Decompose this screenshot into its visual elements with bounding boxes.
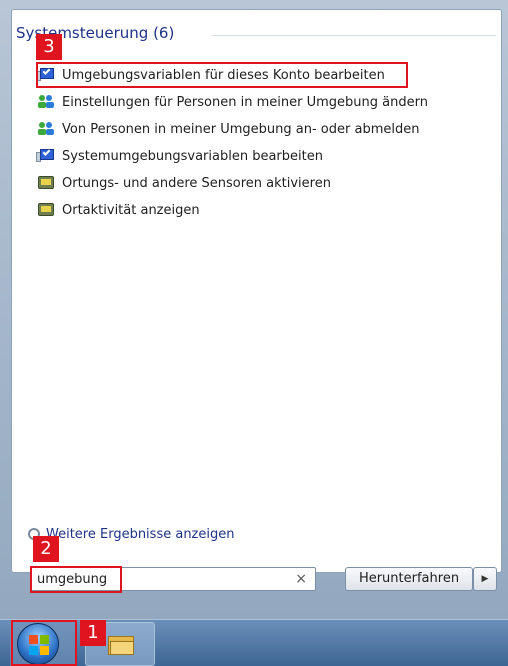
result-item-user-env-vars[interactable]: Umgebungsvariablen für dieses Konto bear… <box>36 64 456 86</box>
people-near-me-icon <box>36 121 56 137</box>
monitor-shield-icon <box>36 148 56 164</box>
clear-search-icon[interactable]: × <box>295 571 307 587</box>
monitor-shield-icon <box>36 67 56 83</box>
result-item-system-env-vars[interactable]: Systemumgebungsvariablen bearbeiten <box>36 145 456 167</box>
more-results-label: Weitere Ergebnisse anzeigen <box>46 526 235 542</box>
windows-start-orb-icon[interactable] <box>17 623 59 665</box>
result-item-people-near-me-settings[interactable]: Einstellungen für Personen in meiner Umg… <box>36 91 456 113</box>
result-item-label: Ortungs- und andere Sensoren aktivieren <box>62 175 331 191</box>
shutdown-options-arrow[interactable]: ▶ <box>473 567 497 591</box>
result-item-label: Von Personen in meiner Umgebung an- oder… <box>62 121 420 137</box>
taskbar <box>0 619 508 666</box>
search-box: × <box>30 567 316 591</box>
result-item-label: Umgebungsvariablen für dieses Konto bear… <box>62 67 385 83</box>
sensor-icon <box>36 202 56 218</box>
people-near-me-icon <box>36 94 56 110</box>
result-item-label: Einstellungen für Personen in meiner Umg… <box>62 94 428 110</box>
result-item-location-activity[interactable]: Ortaktivität anzeigen <box>36 199 456 221</box>
annotation-badge-3: 3 <box>36 34 62 60</box>
result-item-people-near-me-signin[interactable]: Von Personen in meiner Umgebung an- oder… <box>36 118 456 140</box>
folder-icon <box>108 633 134 655</box>
search-input[interactable] <box>37 571 277 588</box>
section-divider <box>212 35 496 36</box>
sensor-icon <box>36 175 56 191</box>
result-item-enable-sensors[interactable]: Ortungs- und andere Sensoren aktivieren <box>36 172 456 194</box>
shutdown-button[interactable]: Herunterfahren <box>345 567 473 591</box>
result-item-label: Systemumgebungsvariablen bearbeiten <box>62 148 323 164</box>
annotation-badge-2: 2 <box>33 536 59 562</box>
result-item-label: Ortaktivität anzeigen <box>62 202 200 218</box>
annotation-badge-1: 1 <box>80 620 106 646</box>
